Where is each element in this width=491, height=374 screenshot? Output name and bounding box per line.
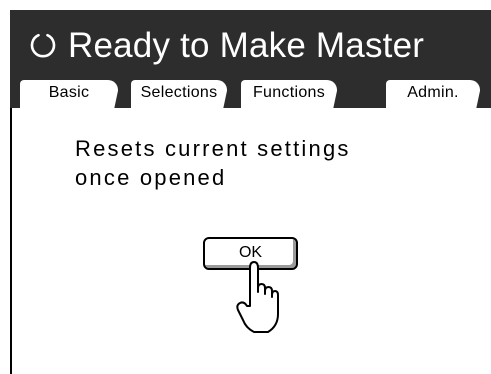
tab-admin[interactable]: Admin. <box>386 80 480 108</box>
page-title: Ready to Make Master <box>68 26 425 65</box>
tab-functions[interactable]: Functions <box>241 80 337 108</box>
pointing-hand-icon <box>236 261 279 333</box>
message-line-2: once opened <box>75 165 227 190</box>
tab-basic[interactable]: Basic <box>20 80 118 108</box>
ready-ring-icon <box>30 33 56 58</box>
message-line-1: Resets current settings <box>75 136 351 161</box>
info-message: Resets current settings once opened <box>75 134 351 192</box>
tab-selections[interactable]: Selections <box>131 80 227 108</box>
